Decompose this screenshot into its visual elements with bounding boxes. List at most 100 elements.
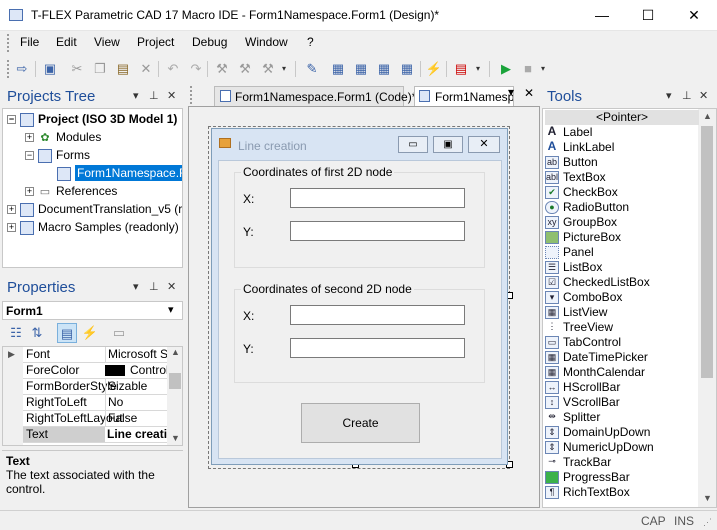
chevron-up-icon[interactable]: ▲	[703, 111, 712, 121]
close-icon[interactable]: ✕	[167, 280, 176, 293]
scrollbar-thumb[interactable]	[169, 373, 181, 389]
tool-splitter[interactable]: ⇹ Splitter	[545, 410, 600, 425]
toolbar-overflow-icon[interactable]: ▾	[538, 59, 548, 79]
pin-icon[interactable]: ⊥	[682, 89, 692, 102]
tab-list-icon[interactable]: ▾	[508, 85, 514, 99]
redo-icon[interactable]: ↷	[186, 59, 206, 79]
dropdown-icon[interactable]: ▾	[133, 89, 139, 102]
tab-code[interactable]: Form1Namespace.Form1 (Code)*	[214, 86, 416, 106]
properties-icon[interactable]: ▦	[397, 59, 417, 79]
tool-pointer[interactable]: <Pointer>	[545, 110, 699, 125]
x1-input[interactable]	[290, 188, 465, 208]
property-row[interactable]: RightToLeftLayout False	[23, 411, 167, 427]
copy-icon[interactable]: ❐	[90, 59, 110, 79]
close-icon[interactable]: ✕	[699, 89, 708, 102]
delete-icon[interactable]: ✕	[136, 59, 156, 79]
add-form-icon[interactable]: ▦	[351, 59, 371, 79]
error-list-icon[interactable]: ▤	[451, 59, 471, 79]
tool-hscrollbar[interactable]: ↔ HScrollBar	[545, 380, 620, 395]
collapse-icon[interactable]: −	[25, 151, 34, 161]
tool-picturebox[interactable]: PictureBox	[545, 230, 621, 245]
chevron-down-icon[interactable]: ▼	[171, 433, 180, 443]
form-close-button[interactable]: ✕	[468, 136, 500, 153]
tree-item-project[interactable]: − Project (ISO 3D Model 1)	[7, 110, 177, 128]
tool-combobox[interactable]: ▾ ComboBox	[545, 290, 622, 305]
chevron-up-icon[interactable]: ▲	[171, 347, 180, 357]
pin-icon[interactable]: ⊥	[149, 280, 159, 293]
property-row[interactable]: ForeColor Control	[23, 363, 167, 379]
tree-item-references[interactable]: + ▭ References	[25, 182, 117, 200]
cut-icon[interactable]: ✂	[67, 59, 87, 79]
menu-project[interactable]: Project	[137, 35, 174, 49]
menu-debug[interactable]: Debug	[192, 35, 227, 49]
tool-datetimepicker[interactable]: ▦ DateTimePicker	[545, 350, 648, 365]
tool-domainupdown[interactable]: ⇕ DomainUpDown	[545, 425, 650, 440]
expand-arrow-icon[interactable]: ▶	[8, 349, 15, 360]
designed-form[interactable]: Line creation ▭ ▣ ✕ Coordinates of first…	[211, 128, 508, 465]
add-reference-icon[interactable]: ▦	[374, 59, 394, 79]
resize-grip-icon[interactable]: ⋰	[703, 517, 712, 528]
stop-icon[interactable]: ■	[518, 59, 538, 79]
build-icon[interactable]: ⚒	[212, 59, 232, 79]
property-grid-scrollbar[interactable]: ▲ ▼	[167, 347, 182, 445]
tool-button[interactable]: ab Button	[545, 155, 598, 170]
tool-numericupdown[interactable]: ⇕ NumericUpDown	[545, 440, 654, 455]
property-pages-icon[interactable]: ▭	[109, 323, 129, 343]
save-icon[interactable]: ▣	[40, 59, 60, 79]
object-selector[interactable]: Form1 ▾	[2, 301, 183, 320]
tool-progressbar[interactable]: ProgressBar	[545, 470, 630, 485]
toolbox-scrollbar[interactable]: ▲ ▼	[698, 109, 716, 507]
undo-icon[interactable]: ↶	[163, 59, 183, 79]
property-row[interactable]: FontMicrosoft Sans Serif	[23, 347, 167, 363]
tool-groupbox[interactable]: xy GroupBox	[545, 215, 617, 230]
menu-help[interactable]: ?	[307, 35, 314, 49]
tree-item-forms[interactable]: − Forms	[25, 146, 90, 164]
collapse-icon[interactable]: −	[7, 115, 16, 125]
tool-listview[interactable]: ▦ ListView	[545, 305, 607, 320]
tree-item-modules[interactable]: + ✿ Modules	[25, 128, 101, 146]
tool-textbox[interactable]: abl TextBox	[545, 170, 606, 185]
tree-item-documenttranslation[interactable]: +DocumentTranslation_v5 (readonly)	[7, 200, 182, 218]
menu-file[interactable]: File	[20, 35, 39, 49]
add-module-icon[interactable]: ▦	[328, 59, 348, 79]
close-icon[interactable]: ✕	[167, 89, 176, 102]
y2-input[interactable]	[290, 338, 465, 358]
property-row-selected[interactable]: TextLine creation	[23, 427, 167, 443]
tool-treeview[interactable]: ⋮ TreeView	[545, 320, 614, 335]
scrollbar-thumb[interactable]	[701, 126, 713, 378]
tool-vscrollbar[interactable]: ↕ VScrollBar	[545, 395, 620, 410]
maximize-button[interactable]: ☐	[625, 0, 671, 31]
tool-checkbox[interactable]: ✔ CheckBox	[545, 185, 618, 200]
toolbar-overflow-icon[interactable]: ▾	[473, 59, 483, 79]
minimize-button[interactable]: —	[579, 0, 625, 31]
create-button[interactable]: Create	[301, 403, 420, 443]
tree-item-form1[interactable]: Form1Namespace.Form1	[43, 164, 182, 182]
toolbar-overflow-icon[interactable]: ▾	[279, 59, 289, 79]
dropdown-icon[interactable]: ▾	[666, 89, 672, 102]
rebuild-icon[interactable]: ⚒	[258, 59, 278, 79]
tool-radiobutton[interactable]: ● RadioButton	[545, 200, 629, 215]
expand-icon[interactable]: +	[7, 205, 16, 215]
pin-icon[interactable]: ⊥	[149, 89, 159, 102]
chevron-down-icon[interactable]: ▼	[703, 493, 712, 503]
tool-panel[interactable]: Panel	[545, 245, 594, 260]
menu-edit[interactable]: Edit	[56, 35, 77, 49]
property-row[interactable]: RightToLeft No	[23, 395, 167, 411]
expand-icon[interactable]: +	[7, 223, 16, 233]
form-minimize-button[interactable]: ▭	[398, 136, 428, 153]
lightning-icon[interactable]: ⚡	[424, 59, 444, 79]
paste-icon[interactable]: ▤	[113, 59, 133, 79]
tool-trackbar[interactable]: ⊸ TrackBar	[545, 455, 611, 470]
menu-window[interactable]: Window	[245, 35, 288, 49]
menu-view[interactable]: View	[94, 35, 120, 49]
y1-input[interactable]	[290, 221, 465, 241]
tool-richtextbox[interactable]: ¶ RichTextBox	[545, 485, 630, 500]
expand-icon[interactable]: +	[25, 187, 34, 197]
tool-checkedlistbox[interactable]: ☑ CheckedListBox	[545, 275, 650, 290]
chevron-down-icon[interactable]: ▾	[168, 303, 174, 316]
tool-tabcontrol[interactable]: ▭ TabControl	[545, 335, 621, 350]
tab-design[interactable]: Form1Namespace.Form1 (Design)*	[414, 86, 514, 106]
tree-item-macro-samples[interactable]: + Macro Samples (readonly)	[7, 218, 179, 236]
form-maximize-button[interactable]: ▣	[433, 136, 463, 153]
tool-linklabel[interactable]: A LinkLabel	[545, 140, 615, 155]
